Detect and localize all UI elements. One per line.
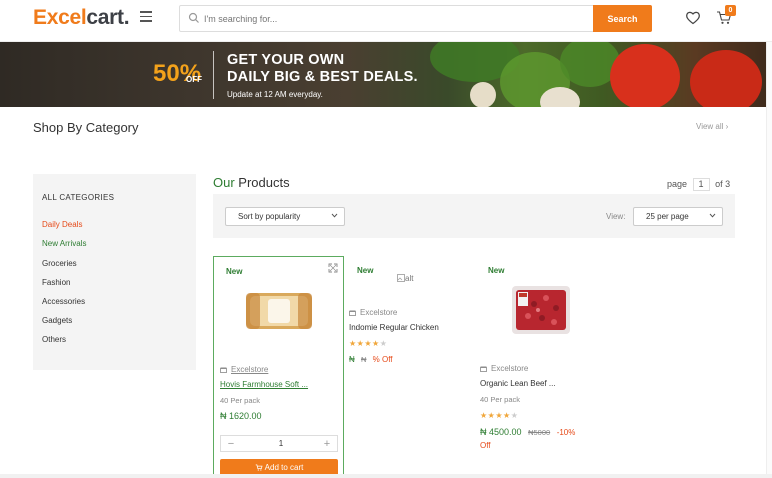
- product-image-bread[interactable]: [244, 289, 314, 333]
- product-image-beef[interactable]: [510, 284, 572, 336]
- product-price: ₦: [349, 355, 355, 364]
- product-image-broken[interactable]: alt: [397, 274, 413, 283]
- quantity-decrease-button[interactable]: −: [225, 437, 237, 451]
- sidebar-item-groceries[interactable]: Groceries: [42, 259, 77, 268]
- search-icon: [188, 12, 199, 23]
- page-scroll-edge: [766, 42, 772, 474]
- chevron-down-icon: [709, 213, 716, 218]
- broken-image-icon: [397, 274, 405, 282]
- product-name-link[interactable]: Indomie Regular Chicken: [349, 323, 439, 332]
- heart-icon[interactable]: [685, 10, 701, 25]
- quantity-stepper: − 1 +: [220, 435, 338, 452]
- product-price-row: ₦ ₦ % Off: [349, 355, 393, 364]
- chevron-down-icon: [331, 213, 338, 218]
- sidebar-item-fashion[interactable]: Fashion: [42, 278, 70, 287]
- pagination: page 1 of 3: [667, 178, 730, 191]
- products-toolbar: Sort by popularity View: 25 per page: [213, 194, 735, 238]
- product-old-price: ₦5000: [528, 428, 551, 437]
- expand-icon[interactable]: [328, 263, 338, 273]
- sort-dropdown[interactable]: Sort by popularity: [225, 207, 345, 226]
- sort-dropdown-value: Sort by popularity: [238, 212, 301, 221]
- product-name-link[interactable]: Organic Lean Beef ...: [480, 379, 556, 388]
- top-header: Excelcart. Search 0: [0, 0, 772, 42]
- shop-by-category-title: Shop By Category: [33, 120, 139, 135]
- banner-subtext: Update at 12 AM everyday.: [227, 90, 323, 99]
- cart-count-badge: 0: [725, 5, 736, 16]
- new-badge: New: [357, 266, 374, 275]
- search-button[interactable]: Search: [593, 5, 652, 32]
- new-badge: New: [226, 267, 243, 276]
- store-name: Excelstore: [491, 364, 529, 373]
- logo-part-cart: cart.: [86, 6, 130, 29]
- our-products-title: Our Products: [213, 175, 290, 190]
- banner-headline-1: GET YOUR OWN: [227, 52, 345, 68]
- product-price: ₦ 4500.00: [480, 427, 522, 437]
- banner-decoration: [690, 50, 762, 107]
- rating-stars: ★★★★★: [349, 339, 388, 348]
- product-discount-suffix: Off: [480, 441, 491, 450]
- quantity-increase-button[interactable]: +: [321, 437, 333, 451]
- banner-off: OFF: [186, 75, 202, 84]
- product-price-row: ₦ 4500.00 ₦5000 -10%: [480, 427, 575, 437]
- store-icon: [220, 367, 227, 373]
- view-label: View:: [606, 212, 626, 221]
- page: Excelcart. Search 0 50% OFF GET YOUR OWN…: [0, 0, 772, 478]
- view-all-link[interactable]: View all ›: [696, 122, 728, 131]
- page-bottom-edge: [0, 474, 772, 478]
- sidebar-item-others[interactable]: Others: [42, 335, 66, 344]
- product-card[interactable]: New Excelstore Organic Lean Beef ... 40 …: [480, 256, 604, 456]
- image-alt-text: alt: [405, 274, 414, 283]
- sidebar-item-new-arrivals[interactable]: New Arrivals: [42, 239, 86, 248]
- store-icon: [349, 310, 356, 316]
- title-our: Our: [213, 175, 235, 190]
- sidebar-item-accessories[interactable]: Accessories: [42, 297, 85, 306]
- banner-decoration: [610, 44, 680, 107]
- product-price: ₦ 1620.00: [220, 411, 262, 421]
- store-link[interactable]: Excelstore: [480, 364, 528, 373]
- banner-divider: [213, 51, 214, 99]
- product-old-price: ₦: [361, 355, 367, 364]
- banner-headline-2: DAILY BIG & BEST DEALS.: [227, 69, 418, 85]
- store-name: Excelstore: [231, 365, 269, 374]
- product-card[interactable]: New alt Excelstore Indomie Regular Chick…: [349, 256, 473, 376]
- sidebar-item-gadgets[interactable]: Gadgets: [42, 316, 72, 325]
- product-name-link[interactable]: Hovis Farmhouse Soft ...: [220, 380, 308, 389]
- cart-icon: [255, 464, 263, 471]
- search-input[interactable]: [204, 10, 584, 28]
- title-products: Products: [234, 175, 290, 190]
- sidebar-item-daily-deals[interactable]: Daily Deals: [42, 220, 82, 229]
- per-page-dropdown[interactable]: 25 per page: [633, 207, 723, 226]
- product-pack-size: 40 Per pack: [220, 396, 261, 405]
- banner-decoration: [470, 82, 496, 107]
- product-pack-size: 40 Per pack: [480, 395, 521, 404]
- sidebar-header: ALL CATEGORIES: [42, 193, 115, 202]
- promo-banner[interactable]: 50% OFF GET YOUR OWN DAILY BIG & BEST DE…: [0, 42, 772, 107]
- page-total: of 3: [715, 179, 731, 189]
- logo-part-excel: Excel: [33, 6, 87, 29]
- new-badge: New: [488, 266, 505, 275]
- search-bar: [179, 5, 652, 32]
- per-page-value: 25 per page: [646, 212, 689, 221]
- store-name: Excelstore: [360, 308, 398, 317]
- category-sidebar: ALL CATEGORIES Daily Deals New Arrivals …: [33, 174, 196, 370]
- store-link[interactable]: Excelstore: [220, 365, 268, 374]
- product-discount: -10%: [556, 428, 576, 437]
- page-label: page: [667, 179, 688, 189]
- store-link[interactable]: Excelstore: [349, 308, 397, 317]
- banner-decoration: [540, 87, 580, 107]
- quantity-value[interactable]: 1: [261, 439, 301, 448]
- site-logo[interactable]: Excelcart.: [33, 6, 130, 30]
- product-card[interactable]: New Excelstore Hovis Farmhouse Soft ... …: [213, 256, 344, 478]
- product-discount: % Off: [372, 355, 393, 364]
- rating-stars: ★★★★★: [480, 411, 519, 420]
- store-icon: [480, 366, 487, 372]
- menu-icon[interactable]: [140, 11, 152, 22]
- page-number-input[interactable]: 1: [692, 178, 710, 191]
- add-to-cart-label: Add to cart: [264, 463, 304, 472]
